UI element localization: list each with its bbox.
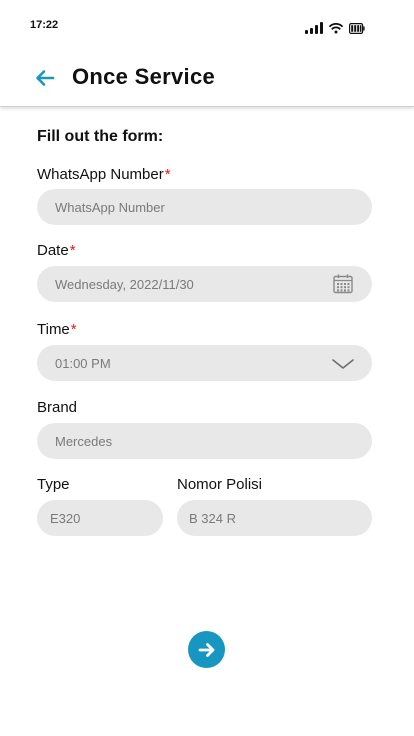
status-time: 17:22 (30, 19, 59, 31)
brand-value: Mercedes (55, 433, 113, 449)
nomor-polisi-label: Nomor Polisi (177, 476, 263, 493)
nomor-polisi-value: B 324 R (189, 510, 236, 526)
whatsapp-label-text: WhatsApp Number (37, 166, 164, 183)
brand-input[interactable]: Mercedes (37, 423, 372, 459)
whatsapp-input[interactable]: WhatsApp Number (37, 189, 372, 225)
back-button[interactable] (34, 67, 56, 89)
date-field[interactable]: Wednesday, 2022/11/30 (37, 266, 372, 302)
calendar-icon[interactable] (332, 273, 354, 295)
required-mark: * (164, 166, 171, 183)
required-mark: * (69, 242, 76, 259)
status-icons (305, 20, 365, 34)
page-title: Once Service (72, 64, 216, 89)
wifi-icon (329, 22, 343, 34)
required-mark: * (70, 321, 77, 338)
form-heading: Fill out the form: (37, 128, 164, 145)
time-label-text: Time (37, 321, 70, 338)
brand-label: Brand (37, 399, 78, 416)
time-label: Time* (37, 321, 77, 338)
type-value: E320 (50, 510, 81, 526)
type-input[interactable]: E320 (37, 500, 163, 536)
battery-icon (349, 23, 365, 34)
arrow-right-icon (198, 642, 214, 657)
chevron-down-icon (332, 359, 354, 369)
whatsapp-label: WhatsApp Number* (37, 166, 171, 183)
signal-icon (305, 22, 323, 34)
status-bar: 17:22 (0, 0, 414, 50)
date-label: Date* (37, 242, 76, 259)
app-header: Once Service (0, 50, 414, 107)
date-value: Wednesday, 2022/11/30 (55, 276, 194, 292)
time-select[interactable]: 01:00 PM (37, 345, 372, 381)
time-value: 01:00 PM (55, 355, 111, 371)
arrow-left-icon (36, 70, 55, 86)
date-label-text: Date (37, 242, 69, 259)
type-label: Type (37, 476, 70, 493)
next-button[interactable] (188, 631, 225, 668)
nomor-polisi-input[interactable]: B 324 R (177, 500, 372, 536)
whatsapp-placeholder: WhatsApp Number (55, 199, 165, 215)
